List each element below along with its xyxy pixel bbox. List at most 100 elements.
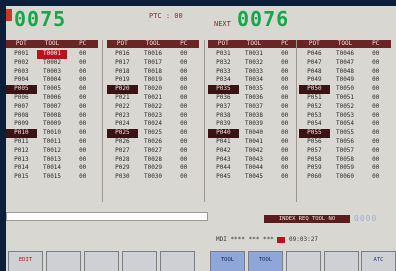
table-row[interactable]: P058 T0058 00 — [299, 156, 391, 165]
table-row[interactable]: P012 T0012 00 — [6, 147, 98, 156]
table-row[interactable]: P060 T0060 00 — [299, 173, 391, 182]
softkey-7[interactable]: TOOL — [248, 251, 283, 271]
table-row[interactable]: P030 T0030 00 — [107, 173, 199, 182]
table-row[interactable]: P020 T0020 00 — [107, 85, 199, 94]
table-row[interactable]: P057 T0057 00 — [299, 147, 391, 156]
table-row[interactable]: P032 T0032 00 — [208, 59, 300, 68]
table-row[interactable]: P022 T0022 00 — [107, 103, 199, 112]
table-row[interactable]: P042 T0042 00 — [208, 147, 300, 156]
table-row[interactable]: P004 T0004 00 — [6, 76, 98, 85]
table-row[interactable]: P001 T0001 00 — [6, 50, 98, 59]
table-row[interactable]: P055 T0055 00 — [299, 129, 391, 138]
column-header: PC — [372, 40, 380, 47]
cell-pot: P004 — [14, 76, 29, 84]
table-row[interactable]: P002 T0002 00 — [6, 59, 98, 68]
table-row[interactable]: P056 T0056 00 — [299, 138, 391, 147]
table-row[interactable]: P051 T0051 00 — [299, 94, 391, 103]
table-row[interactable]: P046 T0046 00 — [299, 50, 391, 59]
table-row[interactable]: P044 T0044 00 — [208, 164, 300, 173]
table-row[interactable]: P037 T0037 00 — [208, 103, 300, 112]
cell-pc: 00 — [372, 102, 380, 110]
table-row[interactable]: P043 T0043 00 — [208, 156, 300, 165]
softkey-11[interactable]: ATC — [361, 251, 396, 271]
cell-pot: P013 — [14, 155, 29, 163]
table-row[interactable]: P024 T0024 00 — [107, 120, 199, 129]
table-row[interactable]: P015 T0015 00 — [6, 173, 98, 182]
table-row[interactable]: P033 T0033 00 — [208, 68, 300, 77]
cell-pot: P028 — [115, 155, 130, 163]
table-row[interactable]: P053 T0053 00 — [299, 112, 391, 121]
tool-table-block: POT TOOL PC P001 T0001 00 P002 T0002 00 P003 T0003… — [6, 40, 98, 182]
table-row[interactable]: P041 T0041 00 — [208, 138, 300, 147]
softkey-label: EDIT — [18, 257, 33, 263]
cell-pc: 00 — [372, 58, 380, 66]
table-row[interactable]: P007 T0007 00 — [6, 103, 98, 112]
table-row[interactable]: P039 T0039 00 — [208, 120, 300, 129]
table-row[interactable]: P054 T0054 00 — [299, 120, 391, 129]
softkey-1[interactable]: EDIT — [8, 251, 43, 271]
softkey-4[interactable] — [122, 251, 157, 271]
cell-pc: 00 — [79, 129, 87, 137]
table-row[interactable]: P059 T0059 00 — [299, 164, 391, 173]
table-row[interactable]: P028 T0028 00 — [107, 156, 199, 165]
table-row[interactable]: P016 T0016 00 — [107, 50, 199, 59]
table-row[interactable]: P027 T0027 00 — [107, 147, 199, 156]
table-row[interactable]: P048 T0048 00 — [299, 68, 391, 77]
cell-pot: P027 — [115, 146, 130, 154]
column-header: TOOL — [145, 40, 161, 47]
softkey-6[interactable]: TOOL — [210, 251, 245, 271]
table-row[interactable]: P047 T0047 00 — [299, 59, 391, 68]
table-row[interactable]: P035 T0035 00 — [208, 85, 300, 94]
table-row[interactable]: P006 T0006 00 — [6, 94, 98, 103]
cell-pot: P002 — [14, 58, 29, 66]
cell-pc: 00 — [180, 146, 188, 154]
cell-tool: T0027 — [143, 146, 163, 154]
cell-tool: T0010 — [42, 129, 62, 137]
table-row[interactable]: P040 T0040 00 — [208, 129, 300, 138]
cell-pot: P057 — [307, 146, 322, 154]
cell-tool: T0048 — [335, 67, 355, 75]
cell-tool: T0021 — [143, 93, 163, 101]
cell-tool: T0012 — [42, 146, 62, 154]
table-row[interactable]: P011 T0011 00 — [6, 138, 98, 147]
table-row[interactable]: P013 T0013 00 — [6, 156, 98, 165]
softkey-3[interactable] — [84, 251, 119, 271]
table-row[interactable]: P008 T0008 00 — [6, 112, 98, 121]
table-row[interactable]: P050 T0050 00 — [299, 85, 391, 94]
softkey-5[interactable] — [160, 251, 195, 271]
current-pot-number: 0075 — [14, 7, 67, 31]
table-row[interactable]: P023 T0023 00 — [107, 112, 199, 121]
softkey-8[interactable] — [286, 251, 321, 271]
table-row[interactable]: P017 T0017 00 — [107, 59, 199, 68]
table-row[interactable]: P031 T0031 00 — [208, 50, 300, 59]
softkey-2[interactable] — [46, 251, 81, 271]
cell-pot: P039 — [216, 120, 231, 128]
table-row[interactable]: P019 T0019 00 — [107, 76, 199, 85]
table-row[interactable]: P045 T0045 00 — [208, 173, 300, 182]
cell-pc: 00 — [372, 50, 380, 57]
table-row[interactable]: P049 T0049 00 — [299, 76, 391, 85]
cell-tool: T0020 — [143, 85, 163, 93]
column-header: TOOL — [44, 40, 60, 47]
input-bar[interactable] — [6, 212, 208, 221]
table-row[interactable]: P036 T0036 00 — [208, 94, 300, 103]
table-row[interactable]: P038 T0038 00 — [208, 112, 300, 121]
table-row[interactable]: P003 T0003 00 — [6, 68, 98, 77]
table-row[interactable]: P021 T0021 00 — [107, 94, 199, 103]
softkey-label: TOOL — [258, 257, 273, 263]
table-row[interactable]: P026 T0026 00 — [107, 138, 199, 147]
table-row[interactable]: P025 T0025 00 — [107, 129, 199, 138]
table-row[interactable]: P005 T0005 00 — [6, 85, 98, 94]
table-row[interactable]: P029 T0029 00 — [107, 164, 199, 173]
table-row[interactable]: P014 T0014 00 — [6, 164, 98, 173]
cell-pc: 00 — [79, 58, 87, 66]
table-row[interactable]: P009 T0009 00 — [6, 120, 98, 129]
cell-pc: 00 — [180, 111, 188, 119]
table-row[interactable]: P010 T0010 00 — [6, 129, 98, 138]
cell-tool: T0003 — [42, 67, 62, 75]
cnc-screen: 0075 PTC : 00 NEXT 0076 POT TOOL PC P001 T00… — [6, 6, 396, 271]
table-row[interactable]: P052 T0052 00 — [299, 103, 391, 112]
table-row[interactable]: P018 T0018 00 — [107, 68, 199, 77]
table-row[interactable]: P034 T0034 00 — [208, 76, 300, 85]
softkey-9[interactable] — [324, 251, 359, 271]
